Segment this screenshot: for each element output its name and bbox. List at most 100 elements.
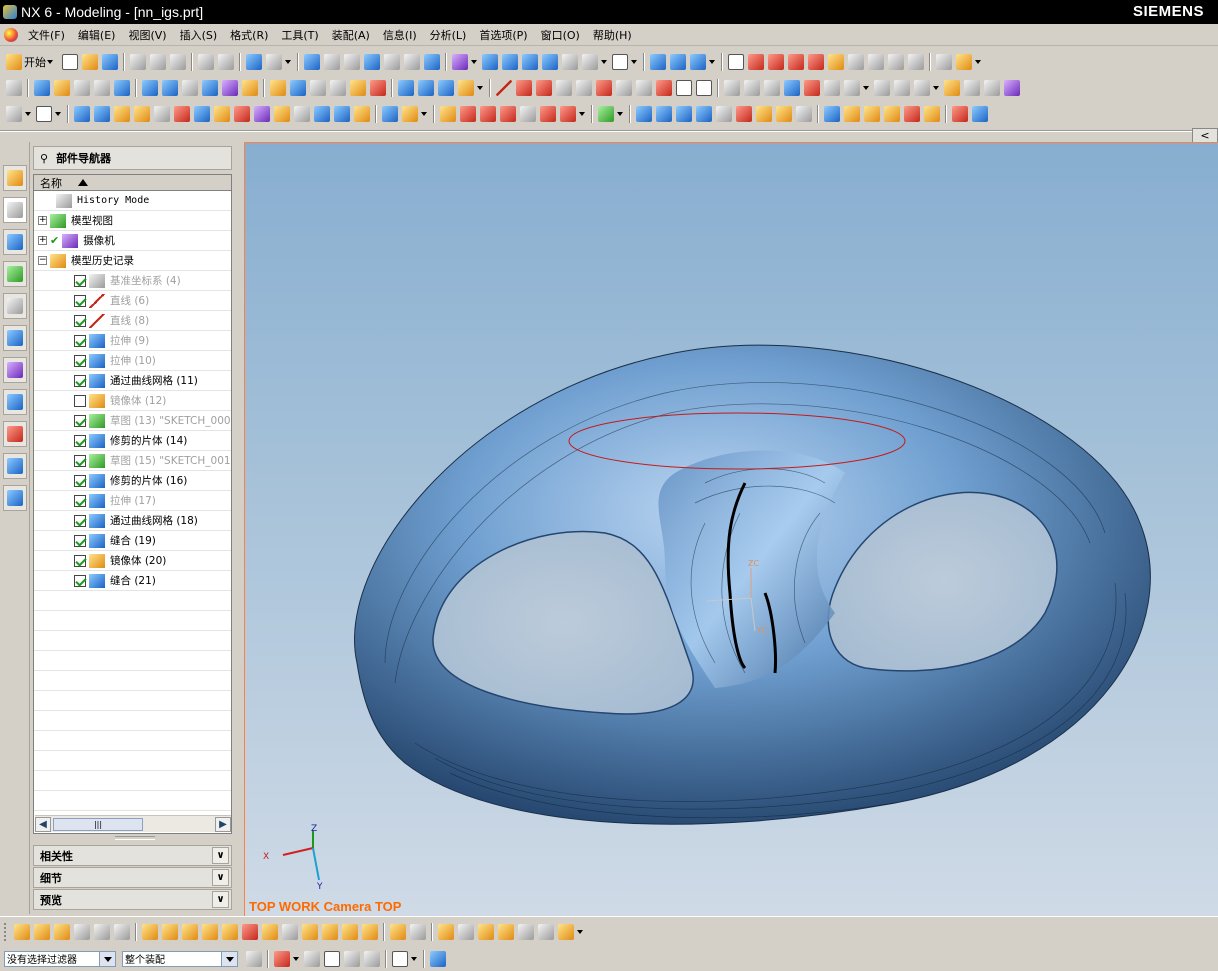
tree-row[interactable]: 通过曲线网格 (18) bbox=[34, 511, 231, 531]
cone-icon[interactable] bbox=[182, 80, 198, 96]
menu-window[interactable]: 窗口(O) bbox=[541, 27, 580, 43]
rectangle-select-icon[interactable] bbox=[392, 950, 408, 967]
dropdown-arrow-icon[interactable] bbox=[25, 112, 31, 116]
tree-row[interactable]: History Mode bbox=[34, 191, 231, 211]
variable-blend-icon[interactable] bbox=[676, 106, 692, 122]
perspective-icon[interactable] bbox=[424, 54, 440, 70]
invert-visibility-icon[interactable] bbox=[924, 106, 940, 122]
clip-icon[interactable] bbox=[438, 923, 454, 940]
transform-icon[interactable] bbox=[972, 106, 988, 122]
hide-icon[interactable] bbox=[904, 106, 920, 122]
visibility-checkbox[interactable] bbox=[74, 274, 86, 287]
tree-row[interactable]: 通过曲线网格 (11) bbox=[34, 371, 231, 391]
tree-row[interactable]: 镜像体 (12) bbox=[34, 391, 231, 411]
soft-blend-icon[interactable] bbox=[656, 106, 672, 122]
dropdown-arrow-icon[interactable] bbox=[411, 956, 417, 961]
project-curve-icon[interactable] bbox=[744, 80, 760, 96]
tree-row[interactable]: 草图 (15) "SKETCH_001 bbox=[34, 451, 231, 471]
control-snap-icon[interactable] bbox=[182, 923, 198, 940]
face-analysis-tool-icon[interactable] bbox=[598, 106, 614, 122]
preview-panel[interactable]: 预览 ∨ bbox=[33, 889, 232, 910]
trimetric-view-icon[interactable] bbox=[650, 54, 666, 70]
point-on-curve-icon[interactable] bbox=[908, 54, 924, 70]
shell-icon[interactable] bbox=[716, 106, 732, 122]
assembly-navigator-tab[interactable] bbox=[2, 165, 27, 191]
filter-icon[interactable] bbox=[114, 923, 130, 940]
trimmed-sheet-icon[interactable] bbox=[214, 106, 230, 122]
law-extension-icon[interactable] bbox=[314, 106, 330, 122]
toolbar-grip[interactable] bbox=[4, 922, 8, 941]
panel-splitter[interactable] bbox=[115, 836, 155, 840]
dropdown-arrow-icon[interactable] bbox=[617, 112, 623, 116]
point-icon[interactable] bbox=[636, 80, 652, 96]
change-stiffness-icon[interactable] bbox=[560, 106, 576, 122]
wireframe-icon[interactable] bbox=[522, 54, 538, 70]
start-button[interactable]: 开始 bbox=[4, 54, 56, 70]
type-filter-select[interactable]: 没有选择过滤器 bbox=[4, 950, 116, 967]
ruled-icon[interactable] bbox=[134, 106, 150, 122]
global-shaping-icon[interactable] bbox=[480, 106, 496, 122]
conic-icon[interactable] bbox=[576, 80, 592, 96]
invert-selection-icon[interactable] bbox=[364, 950, 380, 967]
hidden-edges-icon[interactable] bbox=[542, 54, 558, 70]
layer-icon[interactable] bbox=[94, 923, 110, 940]
menu-insert[interactable]: 插入(S) bbox=[180, 27, 218, 43]
pin-icon[interactable]: ⚲ bbox=[40, 152, 48, 165]
snap-icon[interactable] bbox=[14, 923, 30, 940]
law-curve-icon[interactable] bbox=[804, 80, 820, 96]
tree-row[interactable]: 拉伸 (10) bbox=[34, 351, 231, 371]
delete-face-icon[interactable] bbox=[796, 106, 812, 122]
feature-tree[interactable]: 名称 History Mode + 模型视图 + ✔ 摄像机 − 模型历史记录 基准坐标系 (4… bbox=[33, 174, 232, 834]
visibility-checkbox[interactable] bbox=[74, 574, 86, 587]
offset-face-icon[interactable] bbox=[756, 106, 772, 122]
end-snap-icon[interactable] bbox=[142, 923, 158, 940]
tree-row[interactable]: 修剪的片体 (14) bbox=[34, 431, 231, 451]
dropdown-arrow-icon[interactable] bbox=[631, 60, 637, 64]
manufacturing-wizard-tab[interactable] bbox=[2, 485, 27, 511]
palettes-tab[interactable] bbox=[2, 357, 27, 383]
collapse-icon[interactable]: − bbox=[38, 256, 47, 265]
intersect-snap-icon[interactable] bbox=[202, 923, 218, 940]
measure-distance-icon[interactable] bbox=[936, 54, 952, 70]
control-point-icon[interactable] bbox=[828, 54, 844, 70]
dropdown-arrow-icon[interactable] bbox=[577, 929, 583, 934]
pole-snap-icon[interactable] bbox=[342, 923, 358, 940]
arc-center-icon[interactable] bbox=[848, 54, 864, 70]
shaded-edges-icon[interactable] bbox=[502, 54, 518, 70]
subtract-icon[interactable] bbox=[290, 80, 306, 96]
open-folder-icon[interactable] bbox=[82, 54, 98, 70]
selection-intent-icon[interactable] bbox=[430, 950, 446, 967]
dropdown-arrow-icon[interactable] bbox=[285, 60, 291, 64]
distance-icon[interactable] bbox=[538, 923, 554, 940]
system-menu-icon[interactable] bbox=[4, 27, 18, 42]
hole-icon[interactable] bbox=[94, 80, 110, 96]
visibility-checkbox[interactable] bbox=[74, 314, 86, 327]
steering-wheel-model[interactable]: ZC YC bbox=[354, 344, 1151, 825]
orient-view-icon[interactable] bbox=[690, 54, 706, 70]
cut-icon[interactable] bbox=[130, 54, 146, 70]
existing-point-icon[interactable] bbox=[888, 54, 904, 70]
split-body-icon[interactable] bbox=[350, 80, 366, 96]
dropdown-arrow-icon[interactable] bbox=[579, 112, 585, 116]
measure-icon[interactable] bbox=[518, 923, 534, 940]
rectangle-icon[interactable] bbox=[676, 80, 692, 96]
horizontal-scrollbar[interactable]: ◀ ||| ▶ bbox=[35, 815, 231, 832]
extrude-icon[interactable] bbox=[34, 80, 50, 96]
roles-tab[interactable] bbox=[2, 421, 27, 447]
trim-curve-icon[interactable] bbox=[874, 80, 890, 96]
block-icon[interactable] bbox=[142, 80, 158, 96]
scroll-left-icon[interactable]: ◀ bbox=[35, 816, 51, 832]
system-materials-tab[interactable] bbox=[2, 325, 27, 351]
visibility-checkbox[interactable] bbox=[74, 294, 86, 307]
tree-row[interactable]: 直线 (8) bbox=[34, 311, 231, 331]
studio-surface-icon[interactable] bbox=[382, 106, 398, 122]
cone-primitive-icon[interactable] bbox=[438, 80, 454, 96]
n-sided-surface-icon[interactable] bbox=[154, 106, 170, 122]
save-icon[interactable] bbox=[102, 54, 118, 70]
menu-help[interactable]: 帮助(H) bbox=[593, 27, 632, 43]
extension-icon[interactable] bbox=[334, 106, 350, 122]
face-analysis-icon[interactable] bbox=[582, 54, 598, 70]
cylinder-icon[interactable] bbox=[162, 80, 178, 96]
new-file-icon[interactable] bbox=[62, 54, 78, 70]
sew-icon[interactable] bbox=[234, 106, 250, 122]
